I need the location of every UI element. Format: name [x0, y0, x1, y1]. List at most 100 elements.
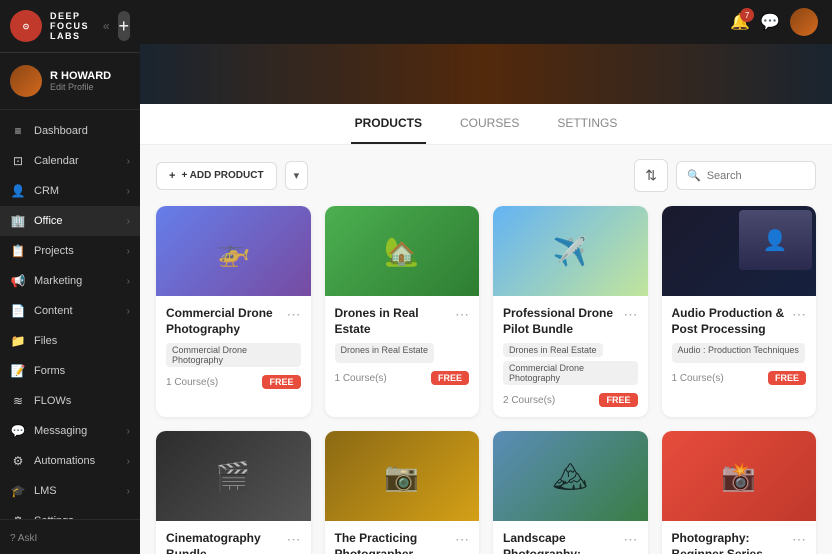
sidebar-collapse-button[interactable]: «: [103, 19, 110, 33]
add-dropdown-button[interactable]: ▾: [285, 161, 309, 190]
product-card[interactable]: 🚁 Commercial Drone Photography ⋯ Commerc…: [156, 206, 311, 417]
sidebar-item-label: Forms: [34, 365, 130, 377]
arrow-icon: ›: [127, 486, 130, 497]
arrow-icon: ›: [127, 156, 130, 167]
product-more-button[interactable]: ⋯: [788, 306, 806, 323]
sidebar-item-projects[interactable]: 📋 Projects ›: [0, 236, 140, 266]
sidebar-item-label: Dashboard: [34, 125, 130, 137]
product-more-button[interactable]: ⋯: [451, 531, 469, 548]
flows-icon: ≋: [10, 394, 26, 408]
arrow-icon: ›: [127, 186, 130, 197]
lms-icon: 🎓: [10, 484, 26, 498]
main-content: 🔔 7 💬 PRODUCTS COURSES SETTINGS + + ADD …: [140, 0, 832, 554]
product-header: Commercial Drone Photography ⋯: [166, 306, 301, 337]
courses-count: 1 Course(s): [672, 373, 724, 384]
sidebar-item-automations[interactable]: ⚙ Automations ›: [0, 446, 140, 476]
hero-overlay: [140, 44, 832, 104]
sidebar: ⊙ DEEP FOCUS LABS « + R HOWARD Edit Prof…: [0, 0, 140, 554]
product-card[interactable]: 📸 Photography: Beginner Series ⋯ Photogr…: [662, 431, 817, 554]
product-title: Professional Drone Pilot Bundle: [503, 306, 620, 337]
courses-count: 1 Course(s): [166, 377, 218, 388]
product-body: Commercial Drone Photography ⋯ Commercia…: [156, 296, 311, 399]
sidebar-item-dashboard[interactable]: ≡ Dashboard: [0, 116, 140, 146]
product-image: 🏔: [493, 431, 648, 521]
sidebar-item-office[interactable]: 🏢 Office ›: [0, 206, 140, 236]
product-more-button[interactable]: ⋯: [620, 306, 638, 323]
app-logo-icon: ⊙: [10, 10, 42, 42]
product-card[interactable]: 📷 The Practicing Photographer ⋯ Photogra…: [325, 431, 480, 554]
sidebar-item-flows[interactable]: ≋ FLOWs: [0, 386, 140, 416]
sidebar-profile: R HOWARD Edit Profile: [0, 53, 140, 110]
sidebar-item-label: Marketing: [34, 275, 119, 287]
product-card[interactable]: ✈️ Professional Drone Pilot Bundle ⋯ Dro…: [493, 206, 648, 417]
crm-icon: 👤: [10, 184, 26, 198]
add-product-button[interactable]: + + ADD PRODUCT: [156, 162, 277, 190]
product-image: 🏡: [325, 206, 480, 296]
product-more-button[interactable]: ⋯: [451, 306, 469, 323]
notification-bell[interactable]: 🔔 7: [730, 12, 750, 32]
sidebar-item-settings[interactable]: ⚙ Settings ›: [0, 506, 140, 519]
toolbar: + + ADD PRODUCT ▾ ⇅ 🔍: [156, 159, 816, 192]
sidebar-item-content[interactable]: 📄 Content ›: [0, 296, 140, 326]
sidebar-item-files[interactable]: 📁 Files: [0, 326, 140, 356]
hero-banner: [140, 44, 832, 104]
product-more-button[interactable]: ⋯: [283, 306, 301, 323]
product-title: Audio Production & Post Processing: [672, 306, 789, 337]
product-more-button[interactable]: ⋯: [620, 531, 638, 548]
product-card[interactable]: 🏡 Drones in Real Estate ⋯ Drones in Real…: [325, 206, 480, 417]
search-input[interactable]: [707, 170, 807, 182]
arrow-icon: ›: [127, 216, 130, 227]
sidebar-item-messaging[interactable]: 💬 Messaging ›: [0, 416, 140, 446]
content-area: + + ADD PRODUCT ▾ ⇅ 🔍 🚁 Co: [140, 145, 832, 554]
calendar-icon: ⊡: [10, 154, 26, 168]
product-footer: 1 Course(s) FREE: [166, 375, 301, 389]
forms-icon: 📝: [10, 364, 26, 378]
tab-products[interactable]: PRODUCTS: [351, 104, 426, 144]
sidebar-item-calendar[interactable]: ⊡ Calendar ›: [0, 146, 140, 176]
product-card[interactable]: 👤 Audio Production & Post Processing ⋯ A…: [662, 206, 817, 417]
product-more-button[interactable]: ⋯: [788, 531, 806, 548]
product-footer: 2 Course(s) FREE: [503, 393, 638, 407]
automations-icon: ⚙: [10, 454, 26, 468]
courses-count: 2 Course(s): [503, 395, 555, 406]
avatar: [10, 65, 42, 97]
help-bar[interactable]: ? AskI: [0, 519, 140, 554]
sidebar-header: ⊙ DEEP FOCUS LABS « +: [0, 0, 140, 53]
product-card[interactable]: 🎬 Cinematography Bundle ⋯ Cinematography…: [156, 431, 311, 554]
messages-icon[interactable]: 💬: [760, 12, 780, 32]
sidebar-item-marketing[interactable]: 📢 Marketing ›: [0, 266, 140, 296]
sidebar-item-label: Content: [34, 305, 119, 317]
product-tag: Commercial Drone Photography: [503, 361, 638, 385]
product-header: Cinematography Bundle ⋯: [166, 531, 301, 554]
sidebar-item-lms[interactable]: 🎓 LMS ›: [0, 476, 140, 506]
sidebar-add-button[interactable]: +: [118, 11, 130, 41]
sidebar-nav: ≡ Dashboard ⊡ Calendar › 👤 CRM › 🏢 Offic…: [0, 110, 140, 519]
product-header: Audio Production & Post Processing ⋯: [672, 306, 807, 337]
arrow-icon: ›: [127, 456, 130, 467]
sidebar-item-forms[interactable]: 📝 Forms: [0, 356, 140, 386]
sidebar-item-crm[interactable]: 👤 CRM ›: [0, 176, 140, 206]
help-label[interactable]: ? AskI: [10, 533, 37, 544]
product-header: Landscape Photography: Basics ⋯: [503, 531, 638, 554]
sort-icon: ⇅: [645, 167, 657, 183]
product-card[interactable]: 🏔 Landscape Photography: Basics ⋯ Landsc…: [493, 431, 648, 554]
product-title: The Practicing Photographer: [335, 531, 452, 554]
tab-settings[interactable]: SETTINGS: [553, 104, 621, 144]
sidebar-item-label: Messaging: [34, 425, 119, 437]
tab-courses[interactable]: COURSES: [456, 104, 523, 144]
arrow-icon: ›: [127, 276, 130, 287]
sort-button[interactable]: ⇅: [634, 159, 668, 192]
product-tag: Audio : Production Techniques: [672, 343, 805, 363]
product-image: 👤: [662, 206, 817, 296]
free-badge: FREE: [599, 393, 637, 407]
product-tags: Drones in Real Estate: [335, 343, 470, 363]
product-more-button[interactable]: ⋯: [283, 531, 301, 548]
user-avatar[interactable]: [790, 8, 818, 36]
product-tags: Audio : Production Techniques: [672, 343, 807, 363]
free-badge: FREE: [262, 375, 300, 389]
product-footer: 1 Course(s) FREE: [335, 371, 470, 385]
edit-profile-link[interactable]: Edit Profile: [50, 82, 130, 92]
product-body: Audio Production & Post Processing ⋯ Aud…: [662, 296, 817, 395]
search-icon: 🔍: [687, 169, 701, 182]
product-body: Professional Drone Pilot Bundle ⋯ Drones…: [493, 296, 648, 417]
